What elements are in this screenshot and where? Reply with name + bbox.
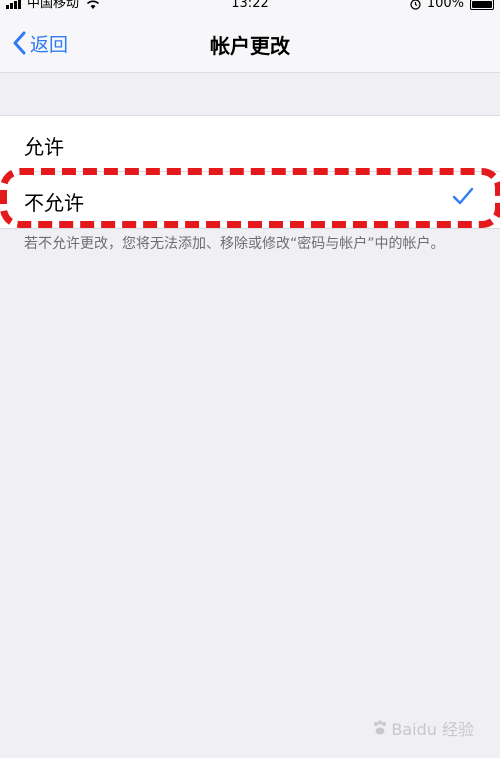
option-deny-label: 不允许 [24, 191, 84, 215]
navigation-bar: 返回 帐户更改 [0, 14, 500, 73]
battery-percent: 100% [426, 0, 464, 11]
option-deny[interactable]: 不允许 [0, 172, 500, 227]
option-allow-label: 允许 [24, 135, 64, 159]
option-allow[interactable]: 允许 [0, 116, 500, 172]
watermark: Baidu 经验 [371, 716, 474, 740]
alarm-icon [410, 0, 421, 10]
status-bar: 中国移动 13:22 100% [0, 0, 500, 14]
battery-icon [470, 0, 494, 10]
watermark-text: Baidu 经验 [391, 720, 474, 739]
status-right: 100% [410, 0, 494, 10]
checkmark-icon [452, 187, 474, 205]
options-group: 允许 不允许 [0, 115, 500, 229]
paw-icon [374, 720, 387, 735]
footer-note: 若不允许更改，您将无法添加、移除或修改“密码与帐户”中的帐户。 [24, 236, 445, 252]
page-title: 帐户更改 [210, 34, 290, 58]
